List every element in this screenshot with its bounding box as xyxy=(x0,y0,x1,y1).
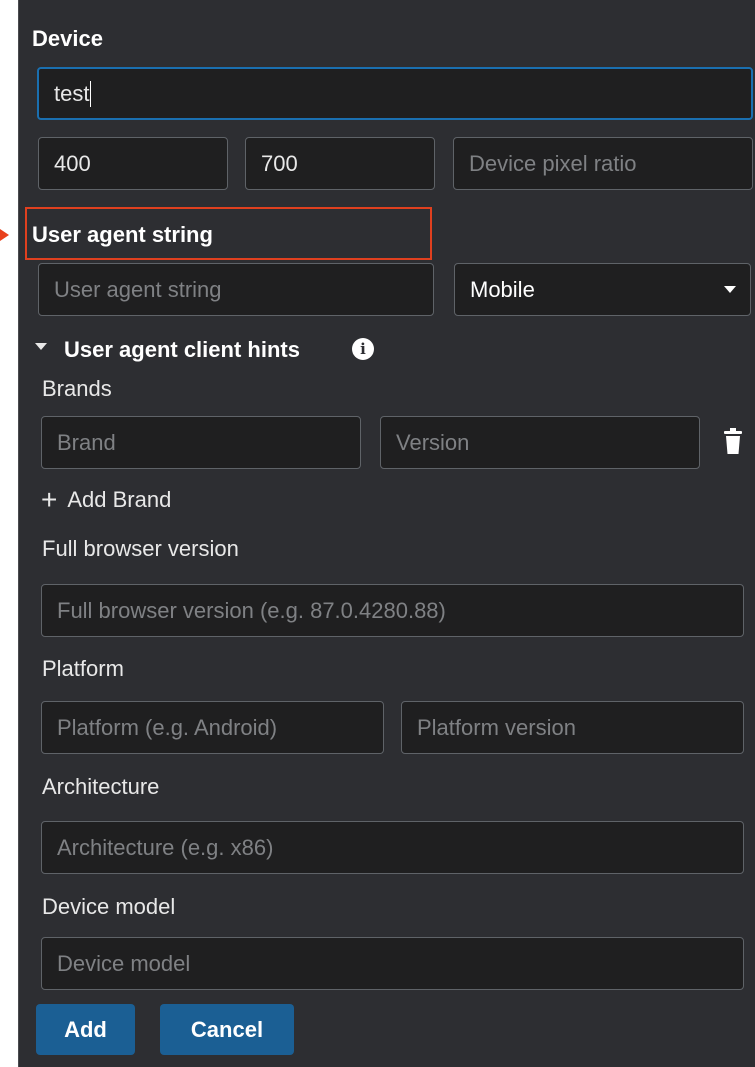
platform-input[interactable]: Platform (e.g. Android) xyxy=(41,701,384,754)
annotation-arrow-marker xyxy=(0,229,9,241)
platform-version-placeholder: Platform version xyxy=(417,714,576,740)
full-browser-version-placeholder: Full browser version (e.g. 87.0.4280.88) xyxy=(57,597,446,623)
add-button[interactable]: Add xyxy=(36,1004,135,1055)
user-agent-type-value: Mobile xyxy=(470,276,535,302)
device-heading: Device xyxy=(32,26,103,51)
device-name-input[interactable]: test xyxy=(37,67,753,120)
info-icon[interactable]: i xyxy=(352,338,374,360)
client-hints-title[interactable]: User agent client hints xyxy=(64,337,300,363)
chevron-down-icon xyxy=(724,286,736,293)
architecture-input[interactable]: Architecture (e.g. x86) xyxy=(41,821,744,874)
add-brand-label: Add Brand xyxy=(67,487,172,512)
user-agent-type-select[interactable]: Mobile xyxy=(454,263,751,316)
device-name-value: test xyxy=(54,80,90,106)
platform-label: Platform xyxy=(42,656,124,681)
add-device-panel: Device test 400 700 Device pixel ratio U… xyxy=(18,0,755,1067)
device-pixel-ratio-placeholder: Device pixel ratio xyxy=(469,150,637,176)
cancel-button[interactable]: Cancel xyxy=(160,1004,294,1055)
full-browser-version-label: Full browser version xyxy=(42,536,239,561)
user-agent-string-placeholder: User agent string xyxy=(54,276,222,302)
full-browser-version-input[interactable]: Full browser version (e.g. 87.0.4280.88) xyxy=(41,584,744,637)
brand-version-placeholder: Version xyxy=(396,429,470,455)
device-height-input[interactable]: 700 xyxy=(245,137,435,190)
device-model-input[interactable]: Device model xyxy=(41,937,744,990)
text-caret xyxy=(90,80,92,107)
device-width-input[interactable]: 400 xyxy=(38,137,228,190)
trash-icon[interactable] xyxy=(723,428,743,454)
device-height-value: 700 xyxy=(261,150,298,176)
brands-label: Brands xyxy=(42,376,112,401)
architecture-label: Architecture xyxy=(42,774,160,799)
platform-placeholder: Platform (e.g. Android) xyxy=(57,714,278,740)
device-model-label: Device model xyxy=(42,894,176,919)
add-brand-button[interactable]: + Add Brand xyxy=(41,486,171,514)
plus-icon: + xyxy=(41,484,58,515)
device-width-value: 400 xyxy=(54,150,91,176)
architecture-placeholder: Architecture (e.g. x86) xyxy=(57,834,274,860)
platform-version-input[interactable]: Platform version xyxy=(401,701,744,754)
brand-input[interactable]: Brand xyxy=(41,416,361,469)
disclosure-triangle-icon[interactable] xyxy=(35,343,47,350)
device-pixel-ratio-input[interactable]: Device pixel ratio xyxy=(453,137,753,190)
user-agent-string-input[interactable]: User agent string xyxy=(38,263,434,316)
brand-version-input[interactable]: Version xyxy=(380,416,700,469)
device-model-placeholder: Device model xyxy=(57,950,191,976)
user-agent-heading: User agent string xyxy=(32,222,213,247)
brand-placeholder: Brand xyxy=(57,429,116,455)
